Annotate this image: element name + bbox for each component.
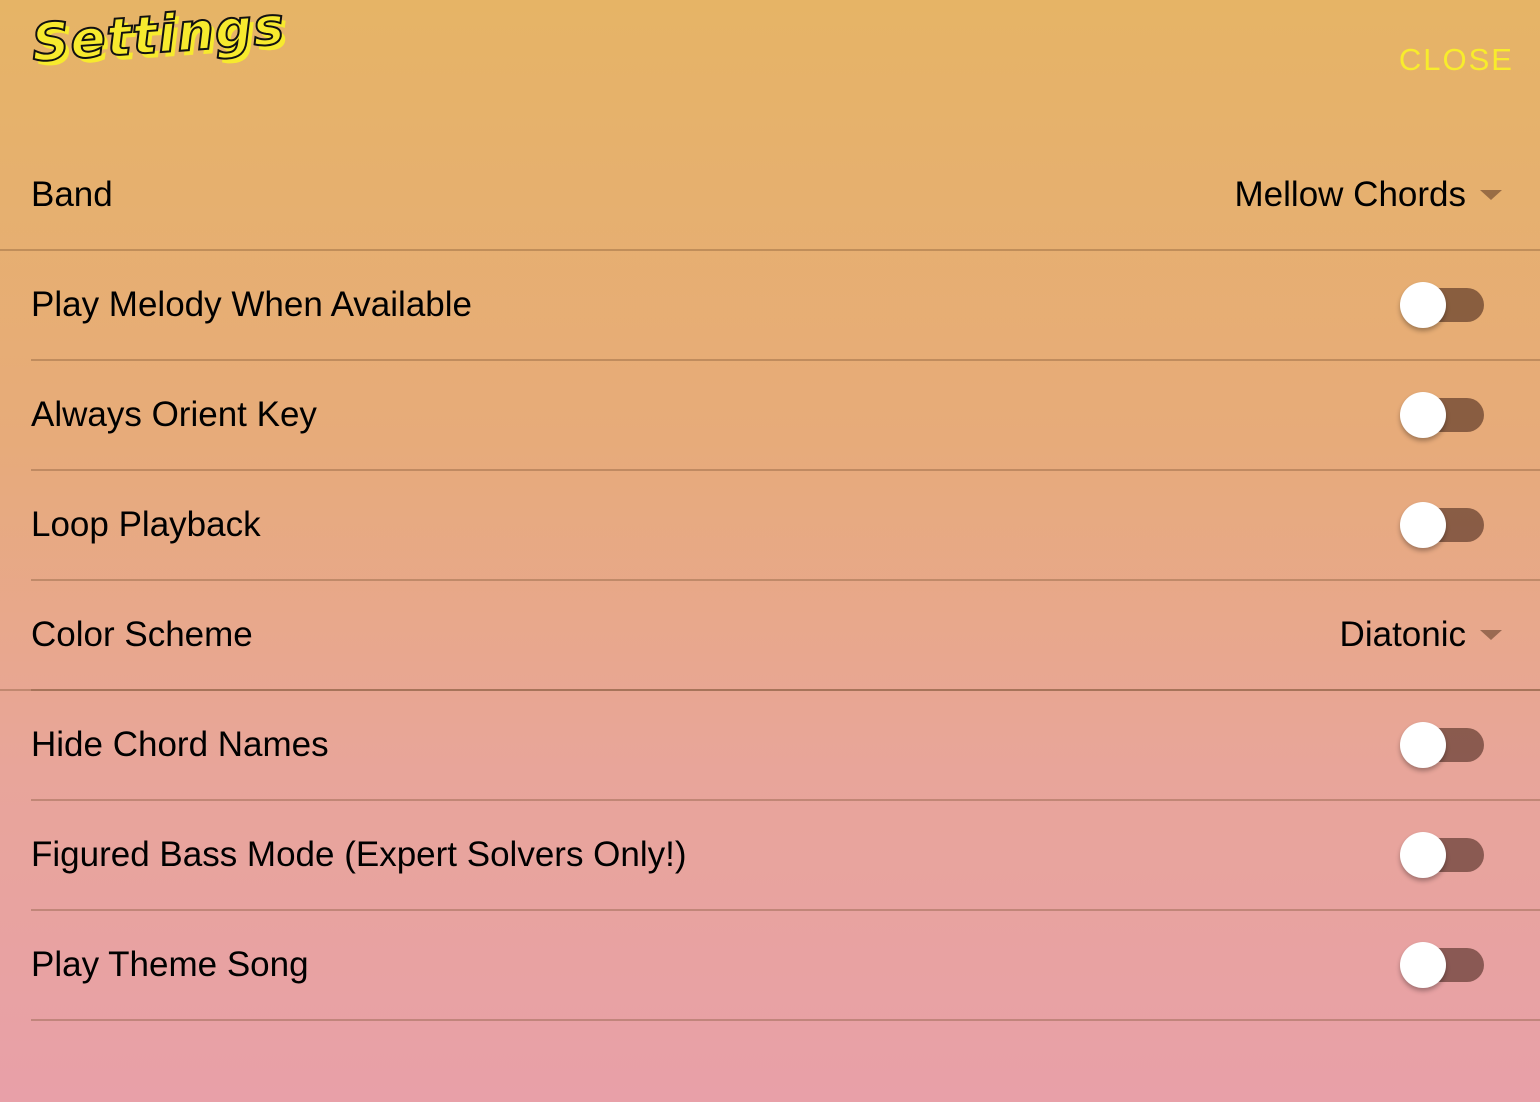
setting-figured-bass-mode: Figured Bass Mode (Expert Solvers Only!) [31, 801, 1540, 911]
close-button[interactable]: CLOSE [1399, 42, 1514, 78]
toggle-knob [1400, 942, 1446, 988]
loop-playback-toggle[interactable] [1400, 502, 1484, 548]
caret-down-icon [1480, 630, 1502, 640]
toggle-knob [1400, 832, 1446, 878]
setting-play-theme-song: Play Theme Song [31, 911, 1540, 1021]
setting-play-melody: Play Melody When Available [31, 251, 1540, 361]
setting-label: Always Orient Key [31, 395, 317, 434]
caret-down-icon [1480, 190, 1502, 200]
play-theme-song-toggle[interactable] [1400, 942, 1484, 988]
toggle-knob [1400, 392, 1446, 438]
setting-label: Hide Chord Names [31, 725, 329, 764]
header: Settings CLOSE [0, 0, 1540, 140]
play-melody-toggle[interactable] [1400, 282, 1484, 328]
setting-label: Figured Bass Mode (Expert Solvers Only!) [31, 835, 687, 874]
always-orient-key-toggle[interactable] [1400, 392, 1484, 438]
settings-list: Band Mellow Chords Play Melody When Avai… [0, 141, 1540, 1021]
band-select-value: Mellow Chords [1234, 175, 1466, 214]
setting-label: Play Melody When Available [31, 285, 472, 324]
figured-bass-mode-toggle[interactable] [1400, 832, 1484, 878]
band-select[interactable]: Mellow Chords [1235, 141, 1502, 249]
setting-label: Loop Playback [31, 505, 261, 544]
setting-hide-chord-names: Hide Chord Names [31, 691, 1540, 801]
color-scheme-select-value: Diatonic [1339, 615, 1466, 654]
setting-label: Color Scheme [31, 615, 253, 654]
hide-chord-names-toggle[interactable] [1400, 722, 1484, 768]
setting-loop-playback: Loop Playback [31, 471, 1540, 581]
toggle-knob [1400, 502, 1446, 548]
toggle-knob [1400, 282, 1446, 328]
setting-always-orient-key: Always Orient Key [31, 361, 1540, 471]
setting-label: Band [31, 175, 113, 214]
toggle-knob [1400, 722, 1446, 768]
settings-title-logo: Settings [29, 0, 288, 75]
color-scheme-select[interactable]: Diatonic [1340, 581, 1502, 689]
setting-band: Band Mellow Chords [0, 141, 1540, 251]
setting-label: Play Theme Song [31, 945, 309, 984]
setting-color-scheme: Color Scheme Diatonic [31, 581, 1540, 691]
